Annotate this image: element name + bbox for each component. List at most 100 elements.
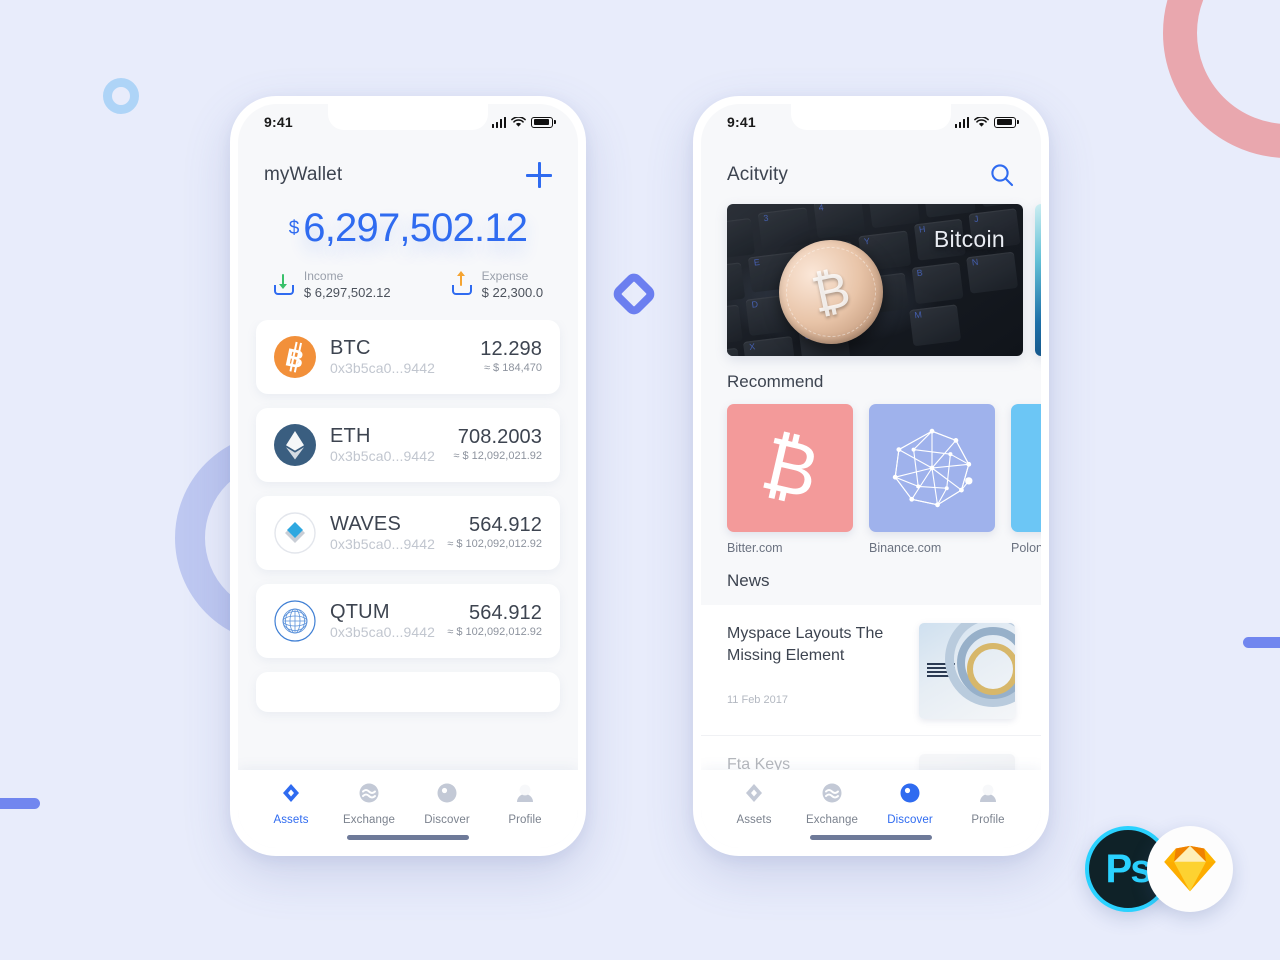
tab-label: Profile — [971, 814, 1005, 826]
ethereum-coin-icon — [274, 423, 316, 466]
expense-arrow-up-icon — [451, 270, 473, 296]
cellular-bars-icon — [954, 116, 970, 128]
table-row[interactable]: ETH 0x3b5ca0...9442 708.2003 ≈ $ 12,092,… — [256, 407, 560, 482]
home-indicator[interactable] — [810, 835, 932, 840]
status-bar: 9:41 — [238, 104, 578, 140]
status-indicators — [954, 116, 1019, 128]
portrait-avatar-photo — [919, 754, 1015, 770]
discover-header: Acitvity — [701, 140, 1041, 194]
discover-body: 2 3 4 5 6 7 W E R Y H J S — [701, 194, 1041, 770]
discover-screen: 9:41 Acitvity 3 4 E H J D B N X M ₿ Bitc… — [701, 104, 1041, 848]
coin-symbol: WAVES — [330, 512, 402, 535]
tab-label: Exchange — [806, 814, 858, 826]
list-item[interactable]: Binance.com — [869, 404, 995, 555]
tab-profile[interactable]: Profile — [949, 781, 1027, 826]
decor-pink-ring — [1163, 0, 1280, 158]
tab-exchange[interactable]: Exchange — [330, 781, 408, 826]
profile-person-icon — [980, 784, 996, 802]
page-title: myWallet — [264, 164, 343, 185]
coin-address: 0x3b5ca0...9442 — [330, 447, 436, 464]
list-item[interactable]: ₿ Bitter.com — [727, 404, 853, 555]
hero-carousel[interactable]: 2 3 4 5 6 7 W E R Y H J S — [701, 194, 1041, 356]
wifi-icon — [974, 116, 990, 127]
bottom-nav: Assets Exchange Discover Profile — [238, 770, 578, 848]
sketch-diamond-icon — [1164, 845, 1216, 892]
income-expense-row: Income $ 6,297,502.12 Expense $ 22,300.0 — [238, 268, 578, 302]
tab-label: Discover — [424, 814, 470, 826]
coin-amount: 12.298 — [480, 337, 542, 360]
recommend-label: Polonie — [1011, 541, 1041, 555]
tab-discover[interactable]: Discover — [871, 781, 949, 826]
plus-icon[interactable] — [526, 162, 552, 188]
expense-value: $ 22,300.0 — [481, 285, 544, 301]
balance-amount: 6,297,502.12 — [303, 206, 528, 250]
table-row[interactable]: B BTC 0x3b5ca0...9442 12.298 ≈ $ 184,470 — [256, 319, 560, 394]
phone-discover: 9:41 Acitvity 3 4 E H J D B N X M ₿ Bitc… — [693, 96, 1049, 856]
status-indicators — [491, 116, 556, 128]
table-row-partial[interactable] — [256, 671, 560, 712]
status-bar: 9:41 — [701, 104, 1041, 140]
coin-usd-value: ≈ $ 102,092,012.92 — [447, 625, 542, 638]
tab-assets[interactable]: Assets — [715, 781, 793, 826]
profile-person-icon — [517, 784, 533, 802]
tab-discover[interactable]: Discover — [408, 781, 486, 826]
bitcoin-coin-icon: B — [274, 335, 316, 378]
expense-summary: Expense $ 22,300.0 — [451, 268, 543, 302]
search-icon[interactable] — [989, 162, 1015, 188]
news-list[interactable]: Myspace Layouts The Missing Element 11 F… — [701, 605, 1041, 770]
list-item[interactable]: Fta Keys — [701, 736, 1041, 770]
income-label: Income — [303, 269, 344, 283]
status-time: 9:41 — [264, 114, 293, 130]
wallet-screen: 9:41 myWallet $ 6,297,502.12 Income $ 6,… — [238, 104, 578, 848]
recommend-label: Binance.com — [869, 541, 942, 555]
wallet-header: myWallet — [238, 140, 578, 194]
canvas: 9:41 myWallet $ 6,297,502.12 Income $ 6,… — [0, 0, 1280, 960]
coin-usd-value: ≈ $ 102,092,012.92 — [447, 537, 542, 550]
coin-usd-value: ≈ $ 12,092,021.92 — [453, 449, 542, 462]
news-headline: Myspace Layouts The Missing Element — [727, 625, 884, 664]
hero-card[interactable]: 2 3 4 5 6 7 W E R Y H J S — [727, 204, 1023, 356]
status-time: 9:41 — [727, 114, 756, 130]
battery-icon — [531, 116, 556, 128]
hero-card[interactable] — [1035, 204, 1041, 356]
asset-list[interactable]: B BTC 0x3b5ca0...9442 12.298 ≈ $ 184,470 — [238, 319, 578, 770]
tab-label: Assets — [736, 814, 772, 826]
phone-wallet: 9:41 myWallet $ 6,297,502.12 Income $ 6,… — [230, 96, 586, 856]
income-arrow-down-icon — [273, 273, 295, 296]
news-headline: Fta Keys — [727, 756, 791, 770]
coin-symbol: BTC — [330, 336, 371, 359]
recommend-rail[interactable]: ₿ Bitter.com Binance.com Polon — [701, 404, 1041, 555]
table-row[interactable]: QTUM 0x3b5ca0...9442 564.912 ≈ $ 102,092… — [256, 583, 560, 658]
sketch-badge — [1147, 826, 1233, 912]
bitcoin-coin-photo — [769, 230, 893, 354]
coin-address: 0x3b5ca0...9442 — [330, 623, 436, 640]
wifi-icon — [511, 116, 527, 127]
list-item[interactable]: Myspace Layouts The Missing Element 11 F… — [701, 605, 1041, 736]
tab-profile[interactable]: Profile — [486, 781, 564, 826]
home-indicator[interactable] — [347, 835, 469, 840]
ibm-server-photo — [919, 623, 1015, 719]
recommend-title: Recommend — [727, 372, 824, 391]
list-item[interactable]: Polonie — [1011, 404, 1041, 555]
decor-bar-left — [0, 798, 40, 809]
tab-label: Discover — [887, 814, 933, 826]
tab-assets[interactable]: Assets — [252, 781, 330, 826]
recommend-label: Bitter.com — [727, 541, 783, 555]
news-title: News — [727, 571, 770, 590]
tab-label: Assets — [273, 814, 309, 826]
tab-label: Profile — [508, 814, 542, 826]
income-summary: Income $ 6,297,502.12 — [273, 268, 391, 302]
cellular-bars-icon — [491, 116, 507, 128]
waves-coin-icon — [274, 512, 316, 554]
discover-compass-icon — [900, 783, 920, 803]
coin-amount: 564.912 — [469, 601, 542, 624]
balance-currency: $ — [288, 218, 300, 239]
table-row[interactable]: WAVES 0x3b5ca0...9442 564.912 ≈ $ 102,09… — [256, 495, 560, 570]
tab-label: Exchange — [343, 814, 395, 826]
balance-block: $ 6,297,502.12 Income $ 6,297,502.12 Exp… — [238, 194, 578, 320]
income-value: $ 6,297,502.12 — [303, 285, 391, 301]
coin-address: 0x3b5ca0...9442 — [330, 535, 436, 552]
photoshop-label: Ps — [1105, 846, 1153, 891]
tab-exchange[interactable]: Exchange — [793, 781, 871, 826]
decor-bar-right — [1243, 637, 1280, 648]
